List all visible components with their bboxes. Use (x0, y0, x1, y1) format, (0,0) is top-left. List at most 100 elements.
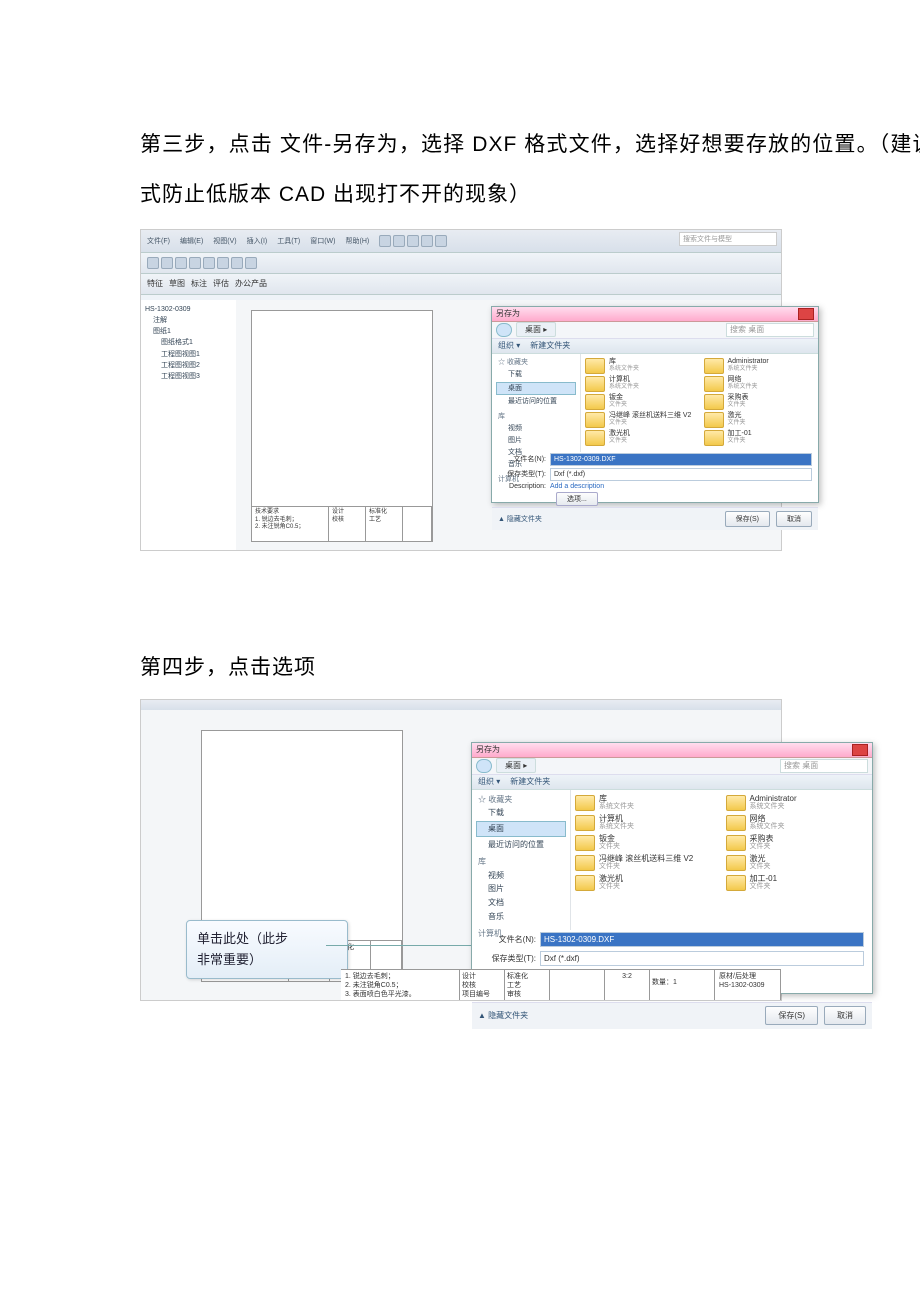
dialog-footer: ▲ 隐藏文件夹 保存(S) 取消 (472, 1002, 872, 1029)
sidebar-item-videos[interactable]: 视频 (496, 423, 576, 435)
sidebar-favorites[interactable]: ☆ 收藏夹 (496, 357, 576, 369)
dialog-breadcrumb: 桌面 ▸ 搜索 桌面 (492, 322, 818, 339)
menu-file[interactable]: 文件(F) (147, 236, 170, 246)
save-button[interactable]: 保存(S) (725, 511, 770, 527)
folder-icon (575, 875, 595, 891)
folder-icon (585, 430, 605, 446)
menu-window[interactable]: 窗口(W) (310, 236, 335, 246)
dialog-title-text: 另存为 (476, 744, 500, 755)
tree-item[interactable]: 工程图视图2 (145, 360, 240, 371)
organize-menu[interactable]: 组织 ▾ (478, 776, 500, 787)
cancel-button[interactable]: 取消 (824, 1006, 866, 1025)
sidebar-item-downloads[interactable]: 下载 (476, 806, 566, 820)
file-item[interactable]: Administrator系统文件夹 (726, 794, 869, 812)
file-item[interactable]: 激光机文件夹 (575, 874, 718, 892)
tree-item[interactable]: 图纸1 (145, 326, 240, 337)
folder-icon (726, 875, 746, 891)
file-item[interactable]: 采购表文件夹 (726, 834, 869, 852)
filename-input[interactable]: HS-1302-0309.DXF (550, 453, 812, 466)
sidebar-libraries[interactable]: 库 (496, 411, 576, 423)
tab-dim[interactable]: 标注 (191, 278, 207, 289)
file-item[interactable]: 冯继峰 滚丝机送料三维 V2文件夹 (585, 412, 696, 428)
file-item[interactable]: 网络系统文件夹 (704, 376, 815, 392)
file-item[interactable]: 库系统文件夹 (575, 794, 718, 812)
search-box[interactable]: 搜索文件与模型 (679, 232, 777, 246)
menu-edit[interactable]: 编辑(E) (180, 236, 203, 246)
drawing-sheet: 技术要求 1. 锐边去毛刺； 2. 未注锐角C0.5； 设计 校核 标准化 工艺 (251, 310, 433, 542)
filetype-select[interactable]: Dxf (*.dxf) (550, 468, 812, 481)
file-item[interactable]: 计算机系统文件夹 (585, 376, 696, 392)
drawing-title-strip: 1. 锐边去毛刺； 2. 未注锐角C0.5； 3. 表面喷白色平光漆。 设计校核… (341, 969, 781, 1000)
file-item[interactable]: Administrator系统文件夹 (704, 358, 815, 374)
sidebar-libraries[interactable]: 库 (476, 855, 566, 869)
dialog-titlebar: 另存为 (492, 307, 818, 322)
new-folder-button[interactable]: 新建文件夹 (510, 776, 550, 787)
folder-icon (704, 394, 724, 410)
close-icon[interactable] (798, 308, 814, 320)
sidebar-item-downloads[interactable]: 下载 (496, 369, 576, 381)
sidebar-item-pictures[interactable]: 图片 (496, 435, 576, 447)
folder-icon (585, 358, 605, 374)
filetype-select[interactable]: Dxf (*.dxf) (540, 951, 864, 966)
menu-help[interactable]: 帮助(H) (345, 236, 369, 246)
menu-insert[interactable]: 插入(I) (247, 236, 268, 246)
callout-line1: 单击此处（此步 (197, 929, 337, 950)
file-item[interactable]: 激光文件夹 (726, 854, 869, 872)
options-button[interactable]: 选项... (556, 492, 598, 506)
tree-item[interactable]: 工程图视图3 (145, 371, 240, 382)
sidebar-item-music[interactable]: 音乐 (476, 910, 566, 924)
save-button[interactable]: 保存(S) (765, 1006, 818, 1025)
folder-icon (575, 835, 595, 851)
sidebar-item-videos[interactable]: 视频 (476, 869, 566, 883)
breadcrumb-location[interactable]: 桌面 ▸ (516, 322, 556, 337)
dialog-search[interactable]: 搜索 桌面 (780, 759, 868, 773)
file-item[interactable]: 加工-01文件夹 (704, 430, 815, 446)
dialog-file-pane: 库系统文件夹 Administrator系统文件夹 计算机系统文件夹 网络系统文… (571, 790, 872, 930)
dialog-file-pane: 库系统文件夹 Administrator系统文件夹 计算机系统文件夹 网络系统文… (581, 354, 818, 452)
sidebar-item-recent[interactable]: 最近访问的位置 (476, 838, 566, 852)
file-item[interactable]: 计算机系统文件夹 (575, 814, 718, 832)
file-item[interactable]: 钣金文件夹 (585, 394, 696, 410)
organize-menu[interactable]: 组织 ▾ (498, 340, 520, 351)
tab-eval[interactable]: 评估 (213, 278, 229, 289)
folder-icon (726, 855, 746, 871)
back-icon[interactable] (496, 323, 512, 337)
file-item[interactable]: 加工-01文件夹 (726, 874, 869, 892)
tab-sketch[interactable]: 草图 (169, 278, 185, 289)
tree-root[interactable]: HS-1302-0309 (145, 304, 240, 315)
file-item[interactable]: 激光机文件夹 (585, 430, 696, 446)
menu-view[interactable]: 视图(V) (213, 236, 236, 246)
sidebar-item-desktop[interactable]: 桌面 (496, 382, 576, 396)
description-link[interactable]: Add a description (550, 483, 604, 490)
tree-item[interactable]: 注解 (145, 315, 240, 326)
menu-tools[interactable]: 工具(T) (277, 236, 300, 246)
file-item[interactable]: 网络系统文件夹 (726, 814, 869, 832)
dialog-search[interactable]: 搜索 桌面 (726, 323, 814, 337)
folder-icon (726, 795, 746, 811)
close-icon[interactable] (852, 744, 868, 756)
tab-office[interactable]: 办公产品 (235, 278, 267, 289)
back-icon[interactable] (476, 759, 492, 773)
cancel-button[interactable]: 取消 (776, 511, 812, 527)
file-item[interactable]: 库系统文件夹 (585, 358, 696, 374)
sidebar-item-desktop[interactable]: 桌面 (476, 821, 566, 837)
dialog-sidebar: ☆ 收藏夹 下载 桌面 最近访问的位置 库 视频 图片 文档 音乐 计算机 (472, 790, 571, 930)
filetype-label: 保存类型(T): (498, 469, 546, 479)
hide-folders-toggle[interactable]: ▲ 隐藏文件夹 (498, 514, 542, 524)
title-block: 技术要求 1. 锐边去毛刺； 2. 未注锐角C0.5； 设计 校核 标准化 工艺 (252, 506, 432, 541)
file-item[interactable]: 采购表文件夹 (704, 394, 815, 410)
file-item[interactable]: 激光文件夹 (704, 412, 815, 428)
new-folder-button[interactable]: 新建文件夹 (530, 340, 570, 351)
sidebar-item-documents[interactable]: 文档 (476, 896, 566, 910)
tab-feature[interactable]: 特征 (147, 278, 163, 289)
filename-input[interactable]: HS-1302-0309.DXF (540, 932, 864, 947)
tree-item[interactable]: 图纸格式1 (145, 337, 240, 348)
breadcrumb-location[interactable]: 桌面 ▸ (496, 758, 536, 773)
sidebar-item-recent[interactable]: 最近访问的位置 (496, 396, 576, 408)
tree-item[interactable]: 工程图视图1 (145, 349, 240, 360)
sidebar-item-pictures[interactable]: 图片 (476, 882, 566, 896)
hide-folders-toggle[interactable]: ▲ 隐藏文件夹 (478, 1010, 528, 1021)
file-item[interactable]: 钣金文件夹 (575, 834, 718, 852)
sidebar-favorites[interactable]: ☆ 收藏夹 (476, 793, 566, 807)
file-item[interactable]: 冯继峰 滚丝机送料三维 V2文件夹 (575, 854, 718, 872)
